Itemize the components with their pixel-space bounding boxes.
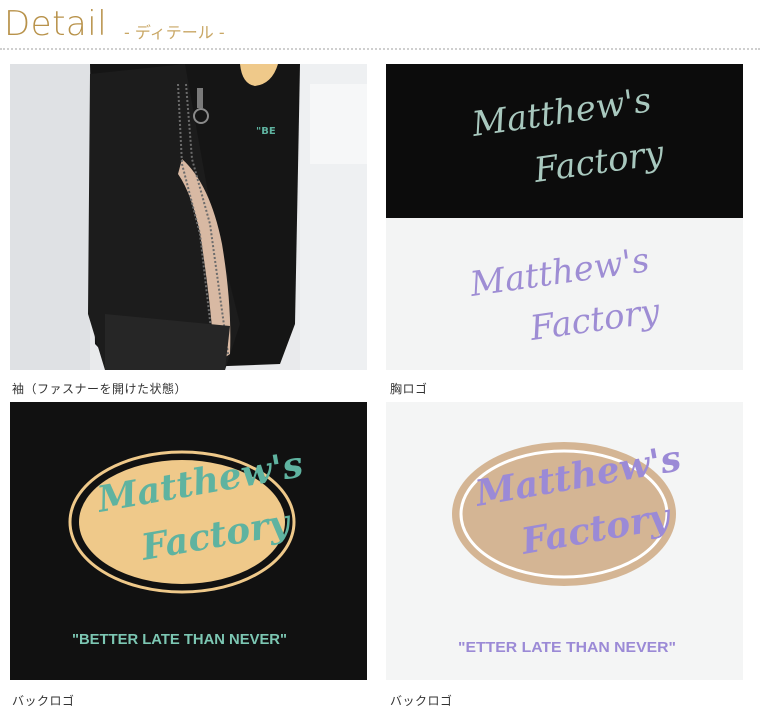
caption-back-white: バックロゴ <box>390 694 453 708</box>
back-black-slogan: "BETTER LATE THAN NEVER" <box>72 631 287 648</box>
back-logo-white-photo: Matthew's Factory "ETTER LATE THAN NEVER… <box>386 402 743 680</box>
svg-text:"BE: "BE <box>256 126 276 137</box>
page-title: Detail <box>4 4 108 44</box>
chest-logo-white-image: Matthew's Factory <box>386 218 743 370</box>
page-subtitle: - ディテール - <box>124 23 225 42</box>
header: Detail - ディテール - <box>0 0 760 50</box>
sleeve-zipper-photo: "BE <box>10 64 367 370</box>
back-logo-white-image: Matthew's Factory "ETTER LATE THAN NEVER… <box>386 402 743 680</box>
back-logo-black-image: Matthew's Factory "BETTER LATE THAN NEVE… <box>10 402 367 680</box>
caption-back-black: バックロゴ <box>12 694 75 708</box>
back-logo-black-photo: Matthew's Factory "BETTER LATE THAN NEVE… <box>10 402 367 680</box>
chest-logo-black-image: Matthew's Factory <box>386 64 743 218</box>
sleeve-zipper-image: "BE <box>10 64 367 370</box>
chest-logo-black-photo: Matthew's Factory <box>386 64 743 218</box>
caption-chest: 胸ロゴ <box>390 382 428 396</box>
back-white-slogan: "ETTER LATE THAN NEVER" <box>458 639 676 656</box>
caption-sleeve: 袖（ファスナーを開けた状態） <box>12 382 188 396</box>
chest-logo-white-photo: Matthew's Factory <box>386 218 743 370</box>
dotted-divider <box>0 48 760 50</box>
